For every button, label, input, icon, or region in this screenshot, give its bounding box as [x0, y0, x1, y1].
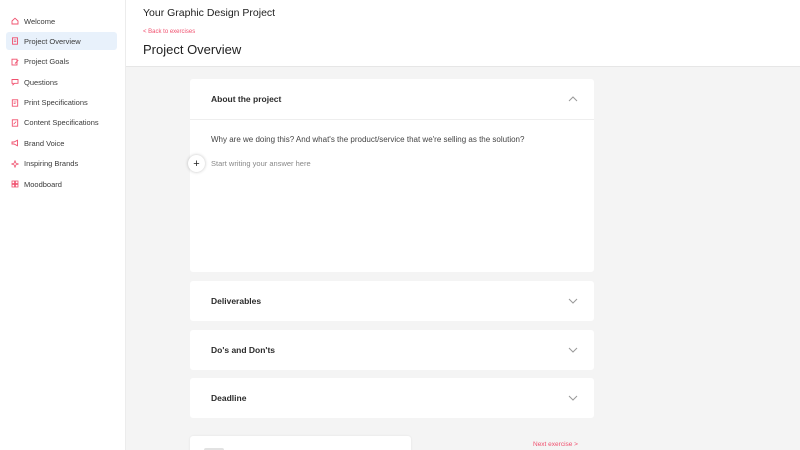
sidebar-item-label: Project Goals: [24, 57, 70, 67]
section-title: Deadline: [211, 393, 247, 403]
pencil-note-icon: [11, 58, 19, 66]
sidebar-item-brand-voice[interactable]: Brand Voice: [6, 134, 117, 152]
chevron-up-icon: [568, 96, 578, 102]
megaphone-icon: [11, 139, 19, 147]
sidebar-item-label: Inspiring Brands: [24, 159, 79, 169]
sidebar-item-label: Content Specifications: [24, 118, 99, 128]
sparkle-icon: [11, 159, 19, 168]
question-text: Why are we doing this? And what's the pr…: [211, 135, 525, 144]
sidebar-item-label: Print Specifications: [24, 98, 88, 108]
sidebar-item-welcome[interactable]: Welcome: [6, 12, 117, 30]
home-icon: [11, 17, 19, 25]
main-content: About the project Why are we doing this?…: [126, 67, 800, 450]
section-body: Why are we doing this? And what's the pr…: [188, 119, 594, 272]
section-header[interactable]: About the project: [190, 79, 594, 119]
sidebar-item-content-specifications[interactable]: Content Specifications: [6, 114, 117, 132]
page-title: Project Overview: [143, 42, 242, 57]
chevron-down-icon: [568, 347, 578, 353]
section-dos-and-donts: Do's and Don'ts: [190, 330, 594, 370]
next-exercise-link[interactable]: Next exercise >: [533, 441, 578, 448]
bottom-panel: [190, 436, 411, 450]
project-title: Your Graphic Design Project: [143, 7, 276, 19]
sidebar-item-label: Questions: [24, 77, 58, 87]
plus-icon: +: [193, 157, 200, 170]
chevron-down-icon: [568, 395, 578, 401]
section-title: About the project: [211, 94, 282, 104]
sidebar-item-print-specifications[interactable]: Print Specifications: [6, 94, 117, 112]
sidebar-item-questions[interactable]: Questions: [6, 73, 117, 91]
speech-bubble-icon: [11, 78, 19, 87]
sidebar-item-label: Welcome: [24, 16, 56, 26]
section-deadline: Deadline: [190, 378, 594, 418]
section-title: Deliverables: [211, 296, 262, 306]
sidebar-item-project-goals[interactable]: Project Goals: [6, 53, 117, 71]
print-doc-icon: [11, 98, 19, 107]
section-title: Do's and Don'ts: [211, 345, 276, 355]
chevron-down-icon: [568, 298, 578, 304]
edit-doc-icon: [11, 119, 19, 127]
page-header: Your Graphic Design Project < Back to ex…: [126, 0, 800, 67]
section-about-the-project: About the project Why are we doing this?…: [188, 79, 594, 272]
answer-input[interactable]: Start writing your answer here: [211, 159, 311, 168]
sidebar: Welcome Project Overview Project Goals Q…: [0, 0, 126, 450]
document-icon: [11, 37, 19, 46]
section-header[interactable]: Deadline: [190, 378, 594, 418]
add-block-button[interactable]: +: [188, 155, 205, 172]
back-to-exercises-link[interactable]: < Back to exercises: [143, 29, 195, 35]
sidebar-item-label: Project Overview: [24, 36, 81, 46]
image-grid-icon: [11, 180, 19, 188]
sidebar-item-inspiring-brands[interactable]: Inspiring Brands: [6, 155, 117, 173]
sidebar-item-label: Moodboard: [24, 179, 62, 189]
section-deliverables: Deliverables: [190, 281, 594, 321]
sidebar-item-label: Brand Voice: [24, 138, 65, 148]
sidebar-item-project-overview[interactable]: Project Overview: [6, 32, 117, 51]
sidebar-item-moodboard[interactable]: Moodboard: [6, 175, 117, 193]
section-header[interactable]: Deliverables: [190, 281, 594, 321]
section-header[interactable]: Do's and Don'ts: [190, 330, 594, 370]
